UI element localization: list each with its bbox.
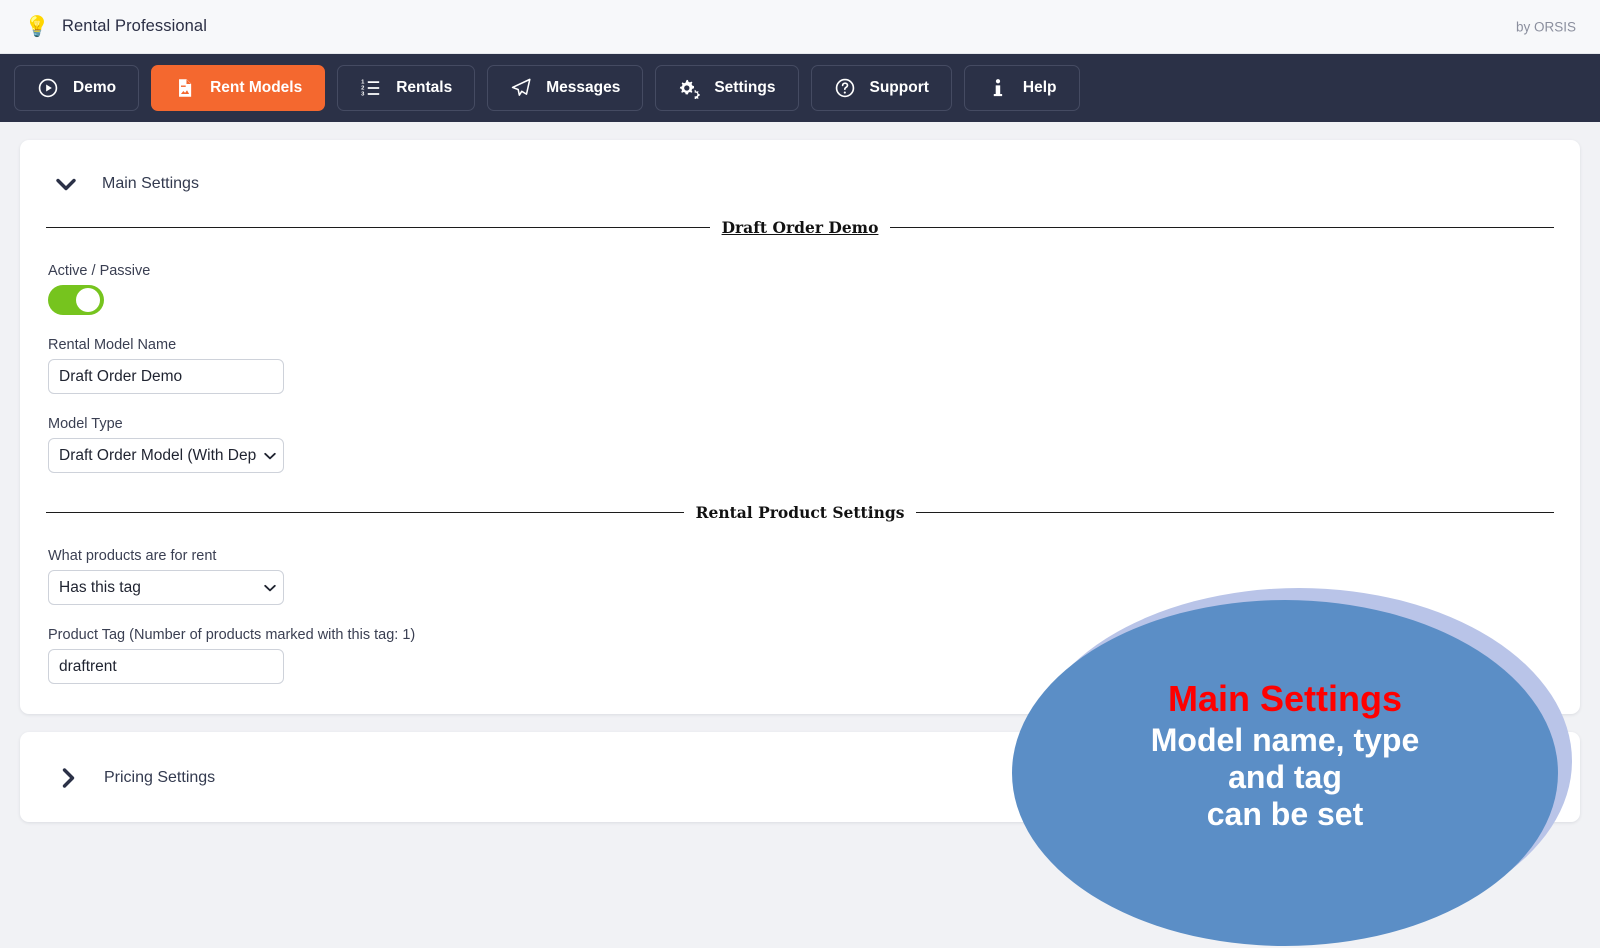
legend-rule-left: [46, 512, 684, 513]
nav-item-label: Support: [869, 79, 929, 96]
play-circle-icon: [37, 77, 59, 99]
ordered-list-icon: 1 2 3: [360, 77, 382, 99]
field-label: Active / Passive: [48, 263, 151, 279]
what-products-select-wrap: Has this tag: [48, 570, 284, 605]
group-legend-label: Draft Order Demo: [721, 218, 879, 237]
nav-item-support[interactable]: Support: [810, 65, 952, 111]
vendor-byline: by ORSIS: [1515, 19, 1576, 34]
field-what-products-are-for-rent: What products are for rent Has this tag: [48, 548, 1554, 605]
nav-item-rent-models[interactable]: Rent Models: [151, 65, 326, 111]
rental-product-fields: What products are for rent Has this tag …: [46, 522, 1554, 684]
active-passive-toggle[interactable]: [48, 285, 104, 315]
nav-item-label: Messages: [546, 79, 621, 96]
field-label: What products are for rent: [48, 548, 217, 564]
rental-model-name-input[interactable]: [48, 359, 284, 394]
nav-item-help[interactable]: Help: [963, 65, 1080, 111]
nav-item-demo[interactable]: Demo: [14, 65, 140, 111]
nav-item-label: Demo: [73, 79, 117, 96]
svg-text:2: 2: [361, 86, 365, 92]
field-active-passive: Active / Passive: [48, 263, 1554, 315]
field-label: Rental Model Name: [48, 337, 177, 353]
legend-rule-right: [890, 227, 1555, 228]
main-navigation: Demo Rent Models 1 2 3 Rentals Messages …: [0, 54, 1600, 122]
lightbulb-icon: 💡: [24, 15, 50, 38]
model-type-select-wrap: Draft Order Model (With Deposit): [48, 438, 284, 473]
nav-item-settings[interactable]: Settings: [655, 65, 799, 111]
paper-plane-icon: [510, 77, 532, 99]
field-label: Product Tag (Number of products marked w…: [48, 627, 416, 643]
nav-item-label: Rent Models: [210, 79, 303, 96]
brand: 💡 Rental Professional: [24, 14, 207, 40]
group-legend: Draft Order Demo: [46, 218, 1555, 237]
main-settings-section-toggle[interactable]: Main Settings: [46, 162, 1554, 204]
field-rental-model-name: Rental Model Name: [48, 337, 1554, 394]
svg-text:3: 3: [361, 92, 365, 98]
field-label: Model Type: [48, 416, 123, 432]
group-rental-product-settings: Rental Product Settings What products ar…: [46, 503, 1555, 684]
question-circle-icon: [834, 77, 856, 99]
field-product-tag: Product Tag (Number of products marked w…: [48, 627, 1554, 684]
pricing-settings-card: Pricing Settings: [20, 732, 1580, 822]
nav-item-label: Help: [1022, 79, 1057, 96]
main-settings-title: Main Settings: [102, 175, 199, 192]
pricing-settings-title: Pricing Settings: [104, 769, 216, 786]
group-legend: Rental Product Settings: [46, 503, 1555, 522]
brand-name: Rental Professional: [62, 17, 207, 35]
svg-text:1: 1: [361, 80, 365, 86]
chevron-right-icon: [54, 764, 82, 792]
legend-rule-right: [916, 512, 1555, 513]
info-icon: [987, 77, 1009, 99]
toggle-knob: [76, 288, 100, 312]
group-main-settings: Draft Order Demo Active / Passive Rental…: [46, 218, 1555, 473]
nav-item-label: Rentals: [396, 79, 453, 96]
what-products-select[interactable]: Has this tag: [48, 570, 284, 605]
group-legend-label: Rental Product Settings: [695, 503, 905, 522]
pricing-settings-section-toggle[interactable]: Pricing Settings: [20, 756, 215, 798]
chevron-down-icon: [52, 170, 80, 198]
main-settings-fields: Active / Passive Rental Model Name Model…: [46, 237, 1554, 473]
nav-item-label: Settings: [714, 79, 776, 96]
product-tag-input[interactable]: [48, 649, 284, 684]
gears-icon: [678, 77, 701, 99]
app-header: 💡 Rental Professional by ORSIS: [0, 0, 1600, 54]
main-settings-card: Main Settings Draft Order Demo Active / …: [20, 140, 1580, 714]
field-model-type: Model Type Draft Order Model (With Depos…: [48, 416, 1554, 473]
nav-item-messages[interactable]: Messages: [487, 65, 644, 111]
nav-item-rentals[interactable]: 1 2 3 Rentals: [337, 65, 476, 111]
legend-rule-left: [46, 227, 710, 228]
file-document-icon: [174, 77, 196, 99]
model-type-select[interactable]: Draft Order Model (With Deposit): [48, 438, 284, 473]
